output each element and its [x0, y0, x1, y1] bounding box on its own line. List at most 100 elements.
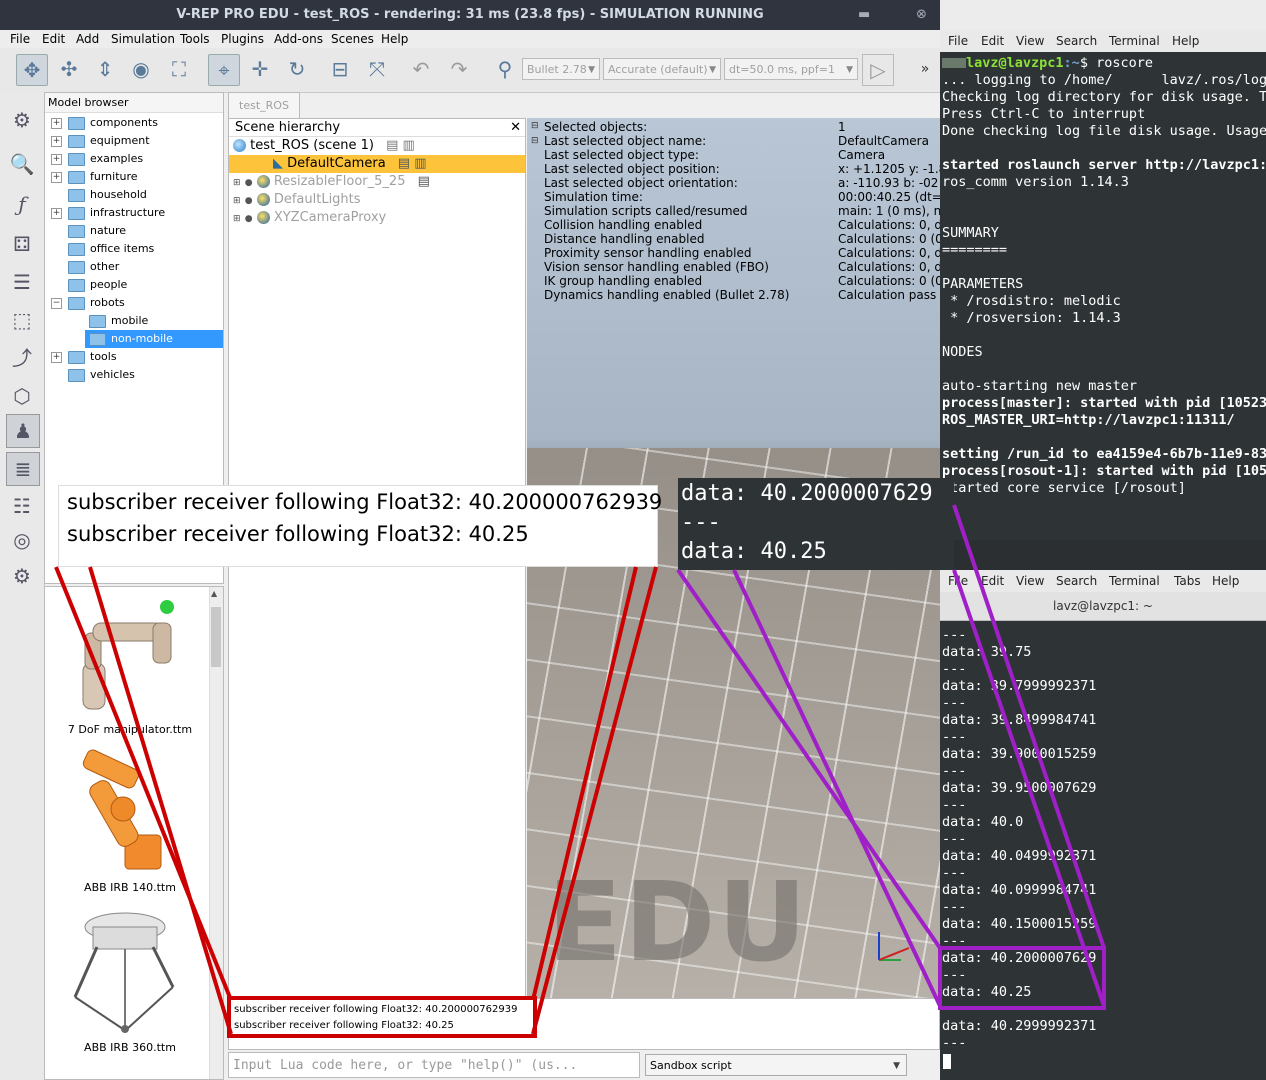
- terminal-roscore[interactable]: File Edit View Search Terminal Help lavz…: [940, 30, 1266, 540]
- script-icon[interactable]: ▤ ▥: [398, 156, 427, 171]
- assemble-icon[interactable]: ⊟: [325, 54, 355, 84]
- minimize-icon[interactable]: ▬: [858, 0, 870, 30]
- menu-file[interactable]: File: [948, 30, 968, 52]
- tree-item-mobile[interactable]: mobile: [89, 312, 148, 330]
- camera-angle-icon[interactable]: ◉: [126, 54, 156, 84]
- menu-edit[interactable]: Edit: [981, 30, 1004, 52]
- object-rotate-icon[interactable]: ↻: [282, 54, 312, 84]
- tree-item-furniture[interactable]: + furniture: [51, 168, 138, 186]
- menu-add[interactable]: Add: [76, 30, 99, 48]
- model-browser-icon[interactable]: ♟: [6, 414, 40, 448]
- fit-to-view-icon[interactable]: ⛶: [164, 54, 194, 84]
- abb-irb-360-thumbnail[interactable]: [63, 907, 193, 1037]
- expand-icon[interactable]: ⊞: [233, 178, 241, 188]
- collapse-icon[interactable]: −: [51, 297, 62, 309]
- menu-terminal[interactable]: Terminal: [1109, 570, 1160, 592]
- tree-item-infrastructure[interactable]: + infrastructure: [51, 204, 165, 222]
- accuracy-select[interactable]: Accurate (default) ▼: [603, 58, 721, 80]
- menu-help[interactable]: Help: [381, 30, 408, 48]
- tree-item-non-mobile[interactable]: non-mobile: [85, 330, 223, 348]
- script-icon[interactable]: ▤ ▥: [386, 138, 415, 153]
- toolbar-more-icon[interactable]: »: [915, 54, 935, 84]
- tree-item-office-items[interactable]: office items: [68, 240, 154, 258]
- tree-item-tools[interactable]: + tools: [51, 348, 117, 366]
- expand-icon[interactable]: +: [51, 207, 62, 219]
- tree-item-robots[interactable]: − robots: [51, 294, 125, 312]
- menu-tabs[interactable]: Tabs: [1174, 570, 1201, 592]
- collections-icon[interactable]: ⚃: [6, 228, 38, 260]
- transfer-dna-icon[interactable]: ⤧: [362, 54, 392, 84]
- close-icon[interactable]: ⊗: [916, 0, 927, 30]
- physics-engine-icon[interactable]: ⚲: [490, 54, 520, 84]
- scroll-thumb[interactable]: [211, 607, 221, 667]
- scroll-up-icon[interactable]: ▲: [211, 589, 217, 598]
- menu-file[interactable]: File: [948, 570, 968, 592]
- tree-item-vehicles[interactable]: vehicles: [68, 366, 135, 384]
- start-simulation-icon[interactable]: ▷: [862, 54, 894, 86]
- menu-simulation[interactable]: Simulation: [111, 30, 175, 48]
- menu-plugins[interactable]: Plugins: [221, 30, 264, 48]
- menu-view[interactable]: View: [1016, 570, 1044, 592]
- menu-edit[interactable]: Edit: [42, 30, 65, 48]
- script-select[interactable]: Sandbox script ▼: [645, 1054, 907, 1076]
- undo-icon[interactable]: ↶: [406, 54, 436, 84]
- terminal-tab-title[interactable]: lavz@lavzpc1: ~: [940, 592, 1266, 621]
- hierarchy-row-scene[interactable]: test_ROS (scene 1) ▤ ▥: [233, 137, 415, 155]
- tree-item-components[interactable]: + components: [51, 114, 158, 132]
- expand-icon[interactable]: +: [51, 153, 62, 165]
- scene-search-icon[interactable]: 🔍: [6, 148, 38, 180]
- scripts-icon[interactable]: ☰: [6, 266, 38, 298]
- menu-search[interactable]: Search: [1056, 30, 1097, 52]
- scene-hierarchy-icon[interactable]: ≣: [6, 452, 40, 486]
- shape-edit-icon[interactable]: ⬚: [6, 304, 38, 336]
- hierarchy-row-defaultcamera[interactable]: ◣ DefaultCamera ▤ ▥: [229, 155, 525, 173]
- expand-icon[interactable]: +: [51, 117, 62, 129]
- hierarchy-row-floor[interactable]: ⊞ ● ResizableFloor_5_25 ▤: [233, 173, 430, 191]
- tree-item-equipment[interactable]: + equipment: [51, 132, 150, 150]
- lua-command-input[interactable]: Input Lua code here, or type "help()" (u…: [228, 1052, 640, 1078]
- tree-item-other[interactable]: other: [68, 258, 119, 276]
- tree-item-nature[interactable]: nature: [68, 222, 126, 240]
- menu-addons[interactable]: Add-ons: [274, 30, 323, 48]
- scene-tab[interactable]: test_ROS: [228, 92, 300, 118]
- menu-help[interactable]: Help: [1212, 570, 1239, 592]
- menu-search[interactable]: Search: [1056, 570, 1097, 592]
- tree-item-people[interactable]: people: [68, 276, 127, 294]
- expand-icon[interactable]: +: [51, 351, 62, 363]
- click-select-icon[interactable]: ⌖: [208, 54, 240, 86]
- user-settings-icon[interactable]: ⚙: [6, 560, 38, 592]
- close-icon[interactable]: ✕: [510, 119, 521, 137]
- menu-terminal[interactable]: Terminal: [1109, 30, 1160, 52]
- video-recorder-icon[interactable]: ◎: [6, 524, 38, 556]
- expand-icon[interactable]: ⊞: [233, 214, 241, 224]
- hierarchy-row-lights[interactable]: ⊞ ● DefaultLights: [233, 191, 361, 209]
- menu-help[interactable]: Help: [1172, 30, 1199, 52]
- physics-engine-select[interactable]: Bullet 2.78 ▼: [522, 58, 600, 80]
- menu-tools[interactable]: Tools: [180, 30, 210, 48]
- script-icon[interactable]: ▤: [418, 174, 430, 189]
- layers-icon[interactable]: ☷: [6, 490, 38, 522]
- object-shift-icon[interactable]: ✛: [245, 54, 275, 84]
- selection-icon[interactable]: ⬡: [6, 380, 38, 412]
- rotate-camera-icon[interactable]: ✣: [54, 54, 84, 84]
- info-toggle-icon[interactable]: ⊟: [531, 121, 539, 131]
- thumbnail-scrollbar[interactable]: ▲: [209, 587, 223, 1079]
- simulation-settings-icon[interactable]: ⚙: [6, 104, 38, 136]
- menu-view[interactable]: View: [1016, 30, 1044, 52]
- menu-file[interactable]: File: [10, 30, 30, 48]
- move-camera-icon[interactable]: ✥: [16, 54, 48, 86]
- menu-scenes[interactable]: Scenes: [331, 30, 374, 48]
- path-edit-icon[interactable]: ⤴: [6, 340, 38, 372]
- menu-edit[interactable]: Edit: [981, 570, 1004, 592]
- tree-item-household[interactable]: household: [68, 186, 147, 204]
- info-toggle-icon[interactable]: ⊟: [531, 136, 539, 146]
- hierarchy-row-xyzcameraproxy[interactable]: ⊞ ● XYZCameraProxy: [233, 209, 386, 227]
- expand-icon[interactable]: +: [51, 135, 62, 147]
- abb-irb-140-thumbnail[interactable]: [63, 749, 193, 879]
- calculation-modules-icon[interactable]: ƒ: [6, 188, 38, 220]
- tree-item-examples[interactable]: + examples: [51, 150, 143, 168]
- expand-icon[interactable]: +: [51, 171, 62, 183]
- shift-camera-icon[interactable]: ⇕: [90, 54, 120, 84]
- redo-icon[interactable]: ↷: [444, 54, 474, 84]
- timestep-select[interactable]: dt=50.0 ms, ppf=1 ▼: [724, 58, 858, 80]
